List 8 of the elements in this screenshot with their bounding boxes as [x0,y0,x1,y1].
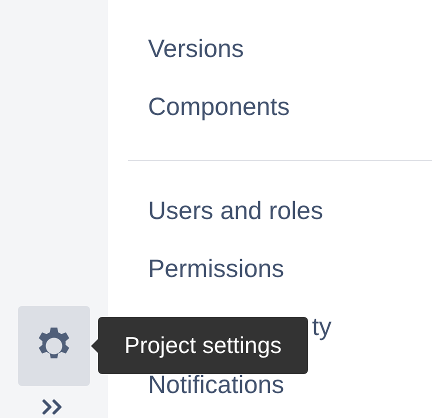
menu-item[interactable]: ty [312,309,332,347]
menu-item[interactable]: Permissions [148,251,284,289]
menu-item[interactable]: Components [148,89,290,127]
tooltip-pointer-icon [91,338,98,352]
menu-item[interactable]: Versions [148,31,244,69]
settings-button[interactable] [18,306,90,386]
tooltip: Project settings [91,317,308,374]
menu-item[interactable]: Users and roles [148,193,324,231]
